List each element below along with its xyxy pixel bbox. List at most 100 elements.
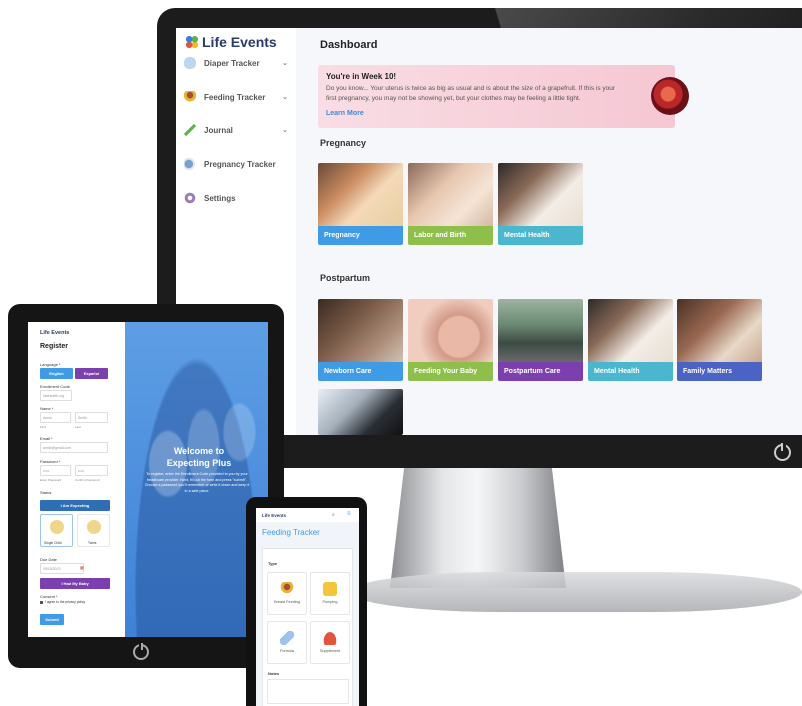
breast-feeding-option[interactable]: Breast Feeding bbox=[267, 572, 307, 615]
welcome-body: To register, enter the Enrollment Code p… bbox=[144, 472, 250, 493]
phone-screen: Life Events ⌕ ≡ Feeding Tracker Type Bre… bbox=[256, 508, 359, 706]
language-english-button[interactable]: English bbox=[40, 368, 73, 379]
option-label: Formula bbox=[280, 649, 294, 653]
learn-more-link[interactable]: Learn More bbox=[326, 110, 667, 117]
password-label: Password * bbox=[40, 459, 61, 464]
i-had-my-baby-button[interactable]: I Had My Baby bbox=[40, 578, 110, 589]
card-family-matters[interactable]: Family Matters bbox=[677, 299, 762, 381]
single-child-option[interactable]: Single Child bbox=[40, 514, 73, 547]
last-name-input[interactable]: Smith bbox=[75, 412, 108, 423]
chevron-down-icon: ⌄ bbox=[282, 94, 288, 101]
chevron-down-icon: ⌄ bbox=[282, 127, 288, 134]
phone-brand[interactable]: Life Events bbox=[262, 513, 286, 518]
card-image bbox=[588, 299, 673, 362]
twins-option[interactable]: Twins bbox=[77, 514, 110, 547]
week-banner: You're in Week 10! Do you know... Your u… bbox=[318, 65, 689, 128]
sidebar-item-label: Pregnancy Tracker bbox=[204, 159, 276, 169]
pencil-icon bbox=[184, 124, 196, 136]
calendar-icon[interactable]: ▦ bbox=[80, 565, 84, 570]
page-title: Dashboard bbox=[320, 39, 378, 51]
bottle-icon bbox=[280, 631, 294, 645]
card-image bbox=[318, 389, 403, 435]
status-label: Status bbox=[40, 490, 52, 495]
card-feeding-your-baby[interactable]: Feeding Your Baby bbox=[408, 299, 493, 381]
diaper-icon bbox=[184, 57, 196, 69]
consent-label: Consent * bbox=[40, 594, 58, 599]
card-postpartum-care[interactable]: Postpartum Care bbox=[498, 299, 583, 381]
password-hint: Enter Password bbox=[40, 478, 62, 482]
password-input[interactable]: ••••• bbox=[40, 465, 71, 476]
option-label: Pumping bbox=[322, 600, 338, 604]
language-espanol-button[interactable]: Español bbox=[75, 368, 108, 379]
confirm-password-input[interactable]: ••••• bbox=[75, 465, 108, 476]
card-label: Newborn Care bbox=[318, 362, 403, 381]
menu-icon[interactable]: ≡ bbox=[347, 511, 351, 517]
register-title: Register bbox=[40, 343, 69, 350]
language-label: Language * bbox=[40, 362, 61, 367]
card-pregnancy[interactable]: Pregnancy bbox=[318, 163, 403, 245]
brand-logo[interactable]: Life Events bbox=[185, 34, 277, 50]
email-input[interactable]: annie@gmail.com bbox=[40, 442, 108, 453]
pregnancy-heading: Pregnancy bbox=[320, 138, 367, 148]
card-label: Mental Health bbox=[588, 362, 673, 381]
chevron-down-icon: ⌄ bbox=[282, 60, 288, 67]
due-date-label: Due Date bbox=[40, 557, 57, 562]
consent-text: I agree to the privacy policy bbox=[45, 600, 86, 604]
card-label: Family Matters bbox=[677, 362, 762, 381]
tablet-home-icon[interactable] bbox=[133, 643, 149, 660]
card-image bbox=[408, 163, 493, 226]
sidebar-item-pregnancy-tracker[interactable]: Pregnancy Tracker bbox=[184, 154, 288, 174]
due-date-input[interactable]: 05/15/2023 bbox=[40, 563, 84, 574]
card-image bbox=[677, 299, 762, 362]
first-name-input[interactable]: Annie bbox=[40, 412, 71, 423]
card-labor-and-birth[interactable]: Labor and Birth bbox=[408, 163, 493, 245]
monitor-power-icon[interactable] bbox=[774, 443, 791, 461]
brand-name: Life Events bbox=[202, 34, 277, 50]
supplement-option[interactable]: Supplement bbox=[310, 621, 350, 664]
phone-header: Life Events ⌕ ≡ bbox=[256, 508, 359, 522]
logo-icon bbox=[185, 35, 199, 49]
submit-button[interactable]: Submit bbox=[40, 614, 64, 625]
sidebar-item-journal[interactable]: Journal ⌄ bbox=[184, 120, 288, 140]
card-label: Pregnancy bbox=[318, 226, 403, 245]
pumping-option[interactable]: Pumping bbox=[310, 572, 350, 615]
search-icon[interactable]: ⌕ bbox=[332, 512, 335, 518]
welcome-title: Welcome to Expecting Plus bbox=[166, 446, 232, 468]
pump-icon bbox=[323, 582, 337, 596]
twins-label: Twins bbox=[88, 541, 97, 545]
sidebar-item-settings[interactable]: Settings bbox=[184, 188, 288, 208]
tablet-screen: Life Events Register Language * English … bbox=[28, 322, 268, 637]
feeding-form: Type Breast Feeding Pumping Formula Supp… bbox=[262, 548, 353, 706]
card-mental-health[interactable]: Mental Health bbox=[498, 163, 583, 245]
notes-input[interactable] bbox=[267, 679, 349, 704]
sidebar-item-label: Journal bbox=[204, 125, 233, 135]
sidebar-item-feeding-tracker[interactable]: Feeding Tracker ⌄ bbox=[184, 87, 288, 107]
card-label: Mental Health bbox=[498, 226, 583, 245]
feeding-icon bbox=[184, 91, 196, 103]
enrollment-code-input[interactable]: Nathealth.org bbox=[40, 390, 72, 401]
breast-feeding-icon bbox=[280, 582, 294, 596]
name-label: Name * bbox=[40, 406, 54, 411]
banner-body: Do you know... Your uterus is twice as b… bbox=[326, 85, 616, 102]
confirm-hint: Confirm Password bbox=[75, 478, 100, 482]
gear-icon bbox=[184, 192, 196, 204]
last-hint: Last bbox=[75, 425, 81, 429]
sidebar-item-label: Diaper Tracker bbox=[204, 58, 260, 68]
card-newborn-care[interactable]: Newborn Care bbox=[318, 299, 403, 381]
main-content: Dashboard You're in Week 10! Do you know… bbox=[296, 28, 802, 435]
sidebar-item-label: Feeding Tracker bbox=[204, 92, 266, 102]
twins-icon bbox=[87, 520, 101, 534]
formula-option[interactable]: Formula bbox=[267, 621, 307, 664]
card-mental-health-postpartum[interactable]: Mental Health bbox=[588, 299, 673, 381]
first-hint: First bbox=[40, 425, 46, 429]
sidebar-item-diaper-tracker[interactable]: Diaper Tracker ⌄ bbox=[184, 53, 288, 73]
banner-title: You're in Week 10! bbox=[326, 72, 397, 81]
card-video[interactable] bbox=[318, 389, 403, 435]
card-image bbox=[318, 163, 403, 226]
consent-checkbox[interactable] bbox=[40, 601, 43, 604]
tablet-brand[interactable]: Life Events bbox=[40, 330, 69, 336]
type-label: Type bbox=[268, 561, 278, 566]
monitor-stand-neck bbox=[390, 468, 566, 588]
i-am-expecting-button[interactable]: I Am Expecting bbox=[40, 500, 110, 511]
option-label: Breast Feeding bbox=[274, 600, 300, 604]
